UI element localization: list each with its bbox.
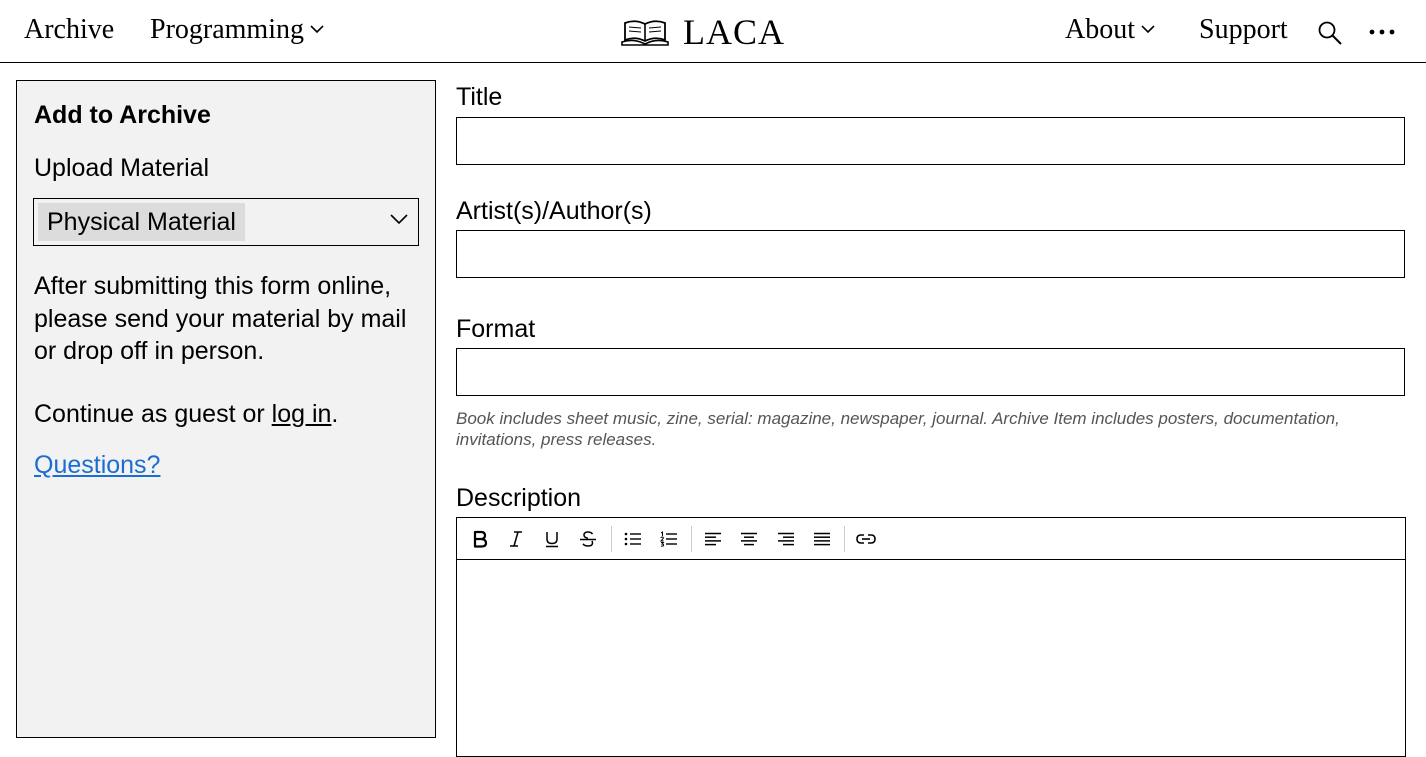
editor-toolbar bbox=[457, 518, 1405, 560]
guest-or-login-text: Continue as guest or log in. bbox=[34, 400, 338, 429]
numbered-list-icon[interactable] bbox=[658, 528, 680, 550]
italic-icon[interactable] bbox=[505, 528, 527, 550]
toolbar-divider bbox=[844, 526, 845, 552]
nav-support-link[interactable]: Support bbox=[1199, 13, 1288, 47]
chevron-down-icon bbox=[310, 25, 324, 34]
description-editor bbox=[456, 517, 1406, 757]
format-label: Format bbox=[456, 315, 536, 343]
title-input[interactable] bbox=[456, 117, 1405, 165]
login-link[interactable]: log in bbox=[272, 400, 332, 428]
bullet-list-icon[interactable] bbox=[622, 528, 644, 550]
underline-icon[interactable] bbox=[541, 528, 563, 550]
logo-text: LACA bbox=[683, 12, 785, 52]
upload-material-label: Upload Material bbox=[34, 154, 210, 182]
bold-icon[interactable] bbox=[469, 528, 491, 550]
upload-material-select[interactable]: Physical Material bbox=[33, 198, 419, 246]
artists-label: Artist(s)/Author(s) bbox=[456, 197, 652, 225]
submission-instructions: After submitting this form online, pleas… bbox=[34, 272, 407, 365]
format-input[interactable] bbox=[456, 348, 1405, 396]
more-horizontal-icon[interactable] bbox=[1368, 28, 1396, 36]
title-label: Title bbox=[456, 83, 503, 111]
nav-about-label: About bbox=[1065, 14, 1135, 45]
site-logo[interactable]: LACA bbox=[621, 14, 785, 50]
strikethrough-icon[interactable] bbox=[577, 528, 599, 550]
top-nav: Archive Programming LACA About Support bbox=[0, 0, 1426, 63]
panel-title: Add to Archive bbox=[34, 101, 211, 129]
questions-link[interactable]: Questions? bbox=[34, 451, 160, 480]
description-label: Description bbox=[456, 484, 582, 512]
guest-prefix: Continue as guest or bbox=[34, 400, 272, 428]
nav-about-menu[interactable]: About bbox=[1065, 13, 1155, 47]
add-to-archive-panel: Add to Archive Upload Material Physical … bbox=[16, 80, 436, 738]
format-help-text: Book includes sheet music, zine, serial:… bbox=[456, 409, 1340, 449]
align-left-icon[interactable] bbox=[702, 528, 724, 550]
upload-material-selected: Physical Material bbox=[38, 203, 245, 241]
nav-programming-menu[interactable]: Programming bbox=[150, 13, 324, 47]
align-center-icon[interactable] bbox=[738, 528, 760, 550]
chevron-down-icon bbox=[1141, 25, 1155, 34]
guest-suffix: . bbox=[331, 400, 339, 428]
search-icon[interactable] bbox=[1317, 20, 1343, 46]
align-justify-icon[interactable] bbox=[811, 528, 833, 550]
artists-input[interactable] bbox=[456, 230, 1405, 278]
align-right-icon[interactable] bbox=[775, 528, 797, 550]
nav-archive-link[interactable]: Archive bbox=[24, 13, 114, 47]
toolbar-divider bbox=[611, 526, 612, 552]
link-icon[interactable] bbox=[855, 528, 877, 550]
toolbar-divider bbox=[691, 526, 692, 552]
chevron-down-icon bbox=[390, 214, 408, 225]
description-textarea[interactable] bbox=[457, 560, 1405, 756]
nav-programming-label: Programming bbox=[150, 14, 304, 45]
open-book-icon bbox=[621, 20, 669, 46]
